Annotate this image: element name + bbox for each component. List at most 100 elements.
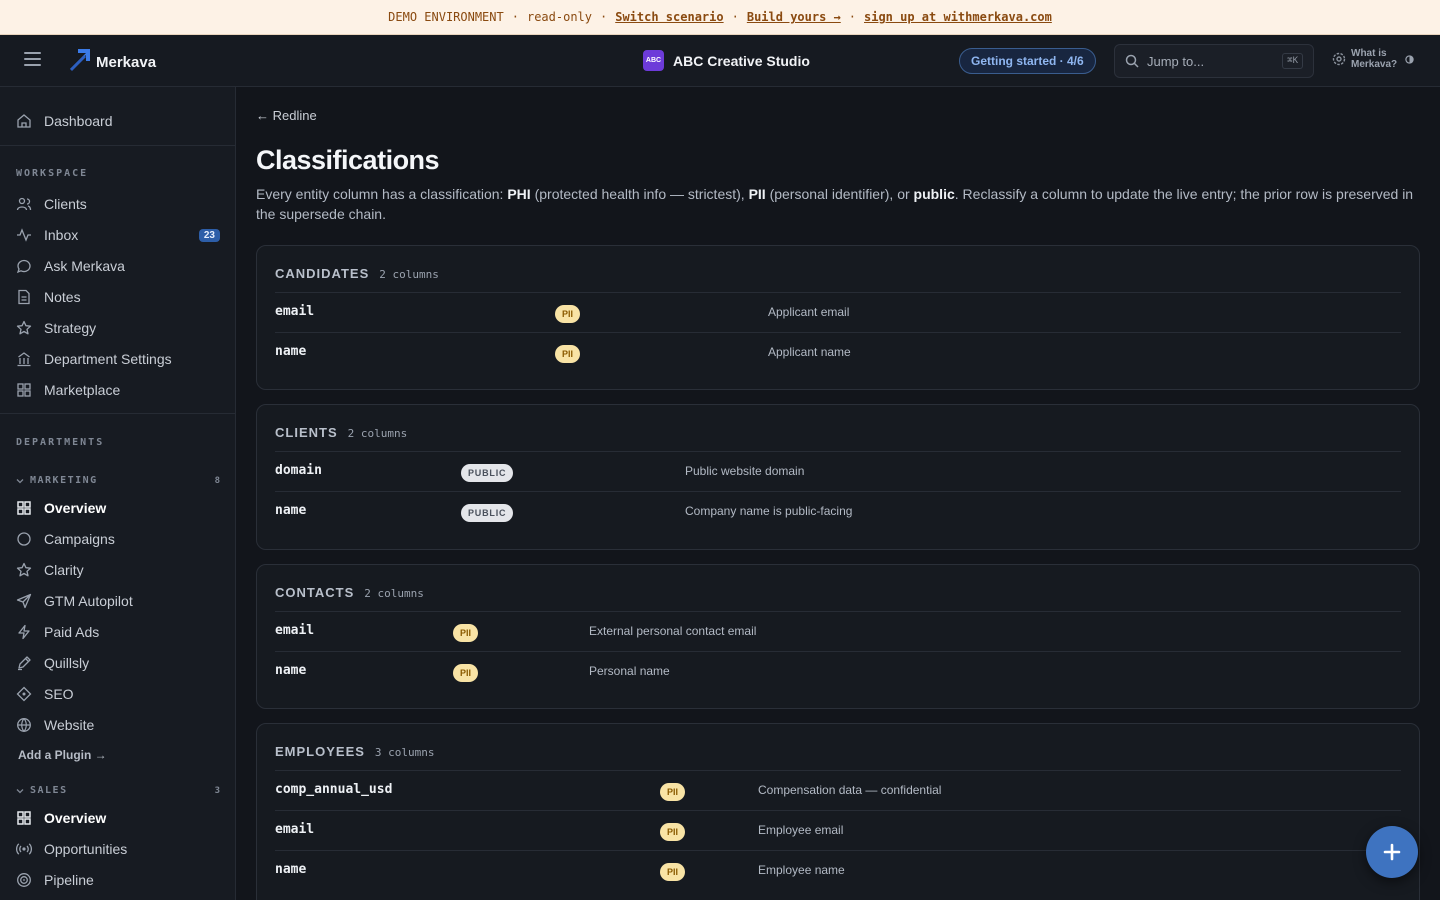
main-content: ← Redline Classifications Every entity c… bbox=[236, 87, 1440, 900]
org-switcher[interactable]: ABC ABC Creative Studio bbox=[643, 50, 810, 71]
sidebar-item-clients[interactable]: Clients bbox=[16, 192, 220, 216]
sidebar-item-strategy[interactable]: Strategy bbox=[16, 316, 220, 340]
add-plugin-link[interactable]: Add a Plugin → bbox=[18, 748, 107, 762]
home-icon bbox=[17, 114, 31, 128]
entity-card-contacts: CONTACTS 2 columns email PII External pe… bbox=[256, 564, 1420, 709]
plus-icon bbox=[1383, 843, 1401, 861]
sidebar-item-pipeline[interactable]: Pipeline bbox=[16, 868, 220, 892]
desc-pii: PII bbox=[748, 186, 766, 202]
top-bar: Merkava ABC ABC Creative Studio Getting … bbox=[0, 35, 1440, 87]
sidebar-item-label: Dashboard bbox=[44, 113, 113, 129]
what-is-label: What is Merkava? bbox=[1351, 48, 1398, 70]
jump-to-search[interactable]: Jump to... ⌘K bbox=[1114, 44, 1314, 78]
sidebar-item-marketplace[interactable]: Marketplace bbox=[16, 378, 220, 402]
column-name: name bbox=[275, 862, 307, 877]
add-fab-button[interactable] bbox=[1366, 826, 1418, 878]
sidebar-item-paid-ads[interactable]: Paid Ads bbox=[16, 620, 220, 644]
sidebar-item-label: Campaigns bbox=[44, 531, 115, 547]
getting-started-button[interactable]: Getting started · 4/6 bbox=[959, 48, 1096, 74]
target-icon bbox=[17, 873, 31, 887]
classification-badge[interactable]: PUBLIC bbox=[461, 504, 514, 522]
sidebar-item-website[interactable]: Website bbox=[16, 713, 220, 737]
sidebar-item-opportunities[interactable]: Opportunities bbox=[16, 837, 220, 861]
globe-icon bbox=[17, 718, 31, 732]
marketing-group-toggle[interactable]: MARKETING 8 bbox=[16, 475, 220, 486]
sidebar-item-label: Department Settings bbox=[44, 351, 172, 367]
sidebar-item-label: Marketplace bbox=[44, 382, 121, 398]
banner-separator: · bbox=[511, 10, 519, 24]
classification-badge[interactable]: PII bbox=[555, 305, 581, 323]
star-icon bbox=[16, 320, 32, 335]
sidebar-item-seo[interactable]: SEO bbox=[16, 682, 220, 706]
sidebar-item-notes[interactable]: Notes bbox=[16, 285, 220, 309]
sidebar-item-campaigns[interactable]: Campaigns bbox=[16, 527, 220, 551]
bolt-icon bbox=[18, 624, 30, 640]
broadcast-icon bbox=[16, 843, 32, 855]
app-logo[interactable]: Merkava bbox=[68, 47, 156, 71]
column-description: Applicant email bbox=[768, 305, 850, 319]
classification-badge[interactable]: PII bbox=[453, 664, 479, 682]
departments-section-label: DEPARTMENTS bbox=[16, 437, 105, 448]
column-name: comp_annual_usd bbox=[275, 782, 393, 797]
column-name: domain bbox=[275, 463, 322, 478]
classification-badge[interactable]: PII bbox=[555, 345, 581, 363]
sidebar-item-gtm-autopilot[interactable]: GTM Autopilot bbox=[16, 589, 220, 613]
sidebar-item-label: Strategy bbox=[44, 320, 97, 336]
gear-icon bbox=[1332, 52, 1346, 66]
sidebar-item-ask-merkava[interactable]: Ask Merkava bbox=[16, 254, 220, 278]
sidebar-item-department-settings[interactable]: Department Settings bbox=[16, 347, 220, 371]
sidebar-item-dashboard[interactable]: Dashboard bbox=[16, 109, 220, 133]
table-row[interactable]: name PII Applicant name bbox=[275, 332, 1401, 372]
sales-group-count: 3 bbox=[214, 785, 220, 796]
table-row[interactable]: email PII Employee email bbox=[275, 810, 1401, 850]
column-description: Employee name bbox=[758, 863, 845, 877]
demo-banner: DEMO ENVIRONMENT · read-only · Switch sc… bbox=[0, 0, 1440, 35]
users-icon bbox=[16, 197, 32, 211]
desc-phi: PHI bbox=[507, 186, 531, 202]
sidebar-item-label: Ask Merkava bbox=[44, 258, 125, 274]
table-row[interactable]: name PII Personal name bbox=[275, 651, 1401, 691]
sidebar-item-label: GTM Autopilot bbox=[44, 593, 133, 609]
star-icon bbox=[16, 562, 32, 577]
sidebar-item-clarity[interactable]: Clarity bbox=[16, 558, 220, 582]
classification-badge[interactable]: PUBLIC bbox=[461, 464, 514, 482]
sidebar-item-inbox[interactable]: Inbox 23 bbox=[16, 223, 220, 247]
column-name: name bbox=[275, 503, 307, 518]
sidebar-item-sales-overview[interactable]: Overview bbox=[16, 806, 220, 830]
classification-badge[interactable]: PII bbox=[660, 783, 686, 801]
switch-scenario-link[interactable]: Switch scenario bbox=[615, 10, 723, 24]
banner-separator: · bbox=[600, 10, 608, 24]
what-is-merkava-button[interactable]: What is Merkava? bbox=[1331, 48, 1414, 70]
table-row[interactable]: email PII Applicant email bbox=[275, 292, 1401, 332]
column-name: email bbox=[275, 304, 315, 319]
signup-link[interactable]: sign up at withmerkava.com bbox=[864, 10, 1052, 24]
column-description: Applicant name bbox=[768, 345, 851, 359]
sidebar-item-label: Overview bbox=[44, 500, 107, 516]
table-row[interactable]: domain PUBLIC Public website domain bbox=[275, 451, 1401, 491]
table-row[interactable]: name PII Employee name bbox=[275, 850, 1401, 890]
desc-public: public bbox=[913, 186, 955, 202]
sidebar-item-marketing-overview[interactable]: Overview bbox=[16, 496, 220, 520]
sales-group-toggle[interactable]: SALES 3 bbox=[16, 785, 220, 796]
banner-separator: · bbox=[848, 10, 856, 24]
sidebar-item-quillsly[interactable]: Quillsly bbox=[16, 651, 220, 675]
sidebar-item-label: Pipeline bbox=[44, 872, 94, 888]
classification-badge[interactable]: PII bbox=[660, 823, 686, 841]
diamond-icon bbox=[16, 686, 32, 702]
classification-badge[interactable]: PII bbox=[453, 624, 479, 642]
column-description: Compensation data — confidential bbox=[758, 783, 942, 797]
entity-card-employees: EMPLOYEES 3 columns comp_annual_usd PII … bbox=[256, 723, 1420, 900]
theme-toggle-icon[interactable] bbox=[1405, 54, 1414, 64]
table-row[interactable]: comp_annual_usd PII Compensation data — … bbox=[275, 770, 1401, 810]
column-description: Public website domain bbox=[685, 464, 805, 478]
back-to-redline-link[interactable]: ← Redline bbox=[256, 108, 317, 123]
menu-icon[interactable] bbox=[24, 52, 41, 66]
build-yours-link[interactable]: Build yours → bbox=[747, 10, 841, 24]
column-description: Personal name bbox=[589, 664, 670, 678]
banner-separator: · bbox=[731, 10, 739, 24]
search-icon bbox=[1125, 54, 1139, 68]
table-row[interactable]: name PUBLIC Company name is public-facin… bbox=[275, 491, 1401, 531]
classification-badge[interactable]: PII bbox=[660, 863, 686, 881]
merkava-logo-icon bbox=[70, 49, 90, 71]
table-row[interactable]: email PII External personal contact emai… bbox=[275, 611, 1401, 651]
